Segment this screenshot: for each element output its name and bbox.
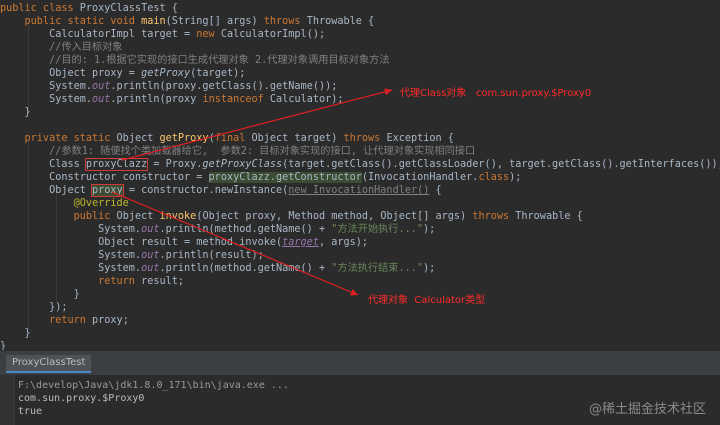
watermark: @稀土掘金技术社区	[588, 402, 706, 417]
annotation-proxy-object: 代理对象 Calculator类型	[368, 295, 486, 306]
code-editor[interactable]: public class ProxyClassTest { public sta…	[0, 0, 720, 350]
console-output-line: true	[18, 406, 43, 417]
run-panel-header: ProxyClassTest	[0, 350, 720, 375]
arrow-proxy-object	[111, 191, 359, 296]
tab-run-proxyclasstest[interactable]: ProxyClassTest	[6, 355, 92, 373]
run-console[interactable]: F:\develop\Java\jdk1.8.0_171\bin\java.ex…	[0, 375, 720, 425]
console-gutter	[0, 375, 15, 425]
arrow-proxy-class	[121, 88, 393, 161]
console-command-line: F:\develop\Java\jdk1.8.0_171\bin\java.ex…	[18, 380, 289, 391]
annotation-proxy-class: 代理Class对象 com.sun.proxy.$Proxy0	[400, 88, 592, 99]
console-output-line: com.sun.proxy.$Proxy0	[18, 393, 145, 404]
annotation-arrows	[111, 88, 393, 296]
